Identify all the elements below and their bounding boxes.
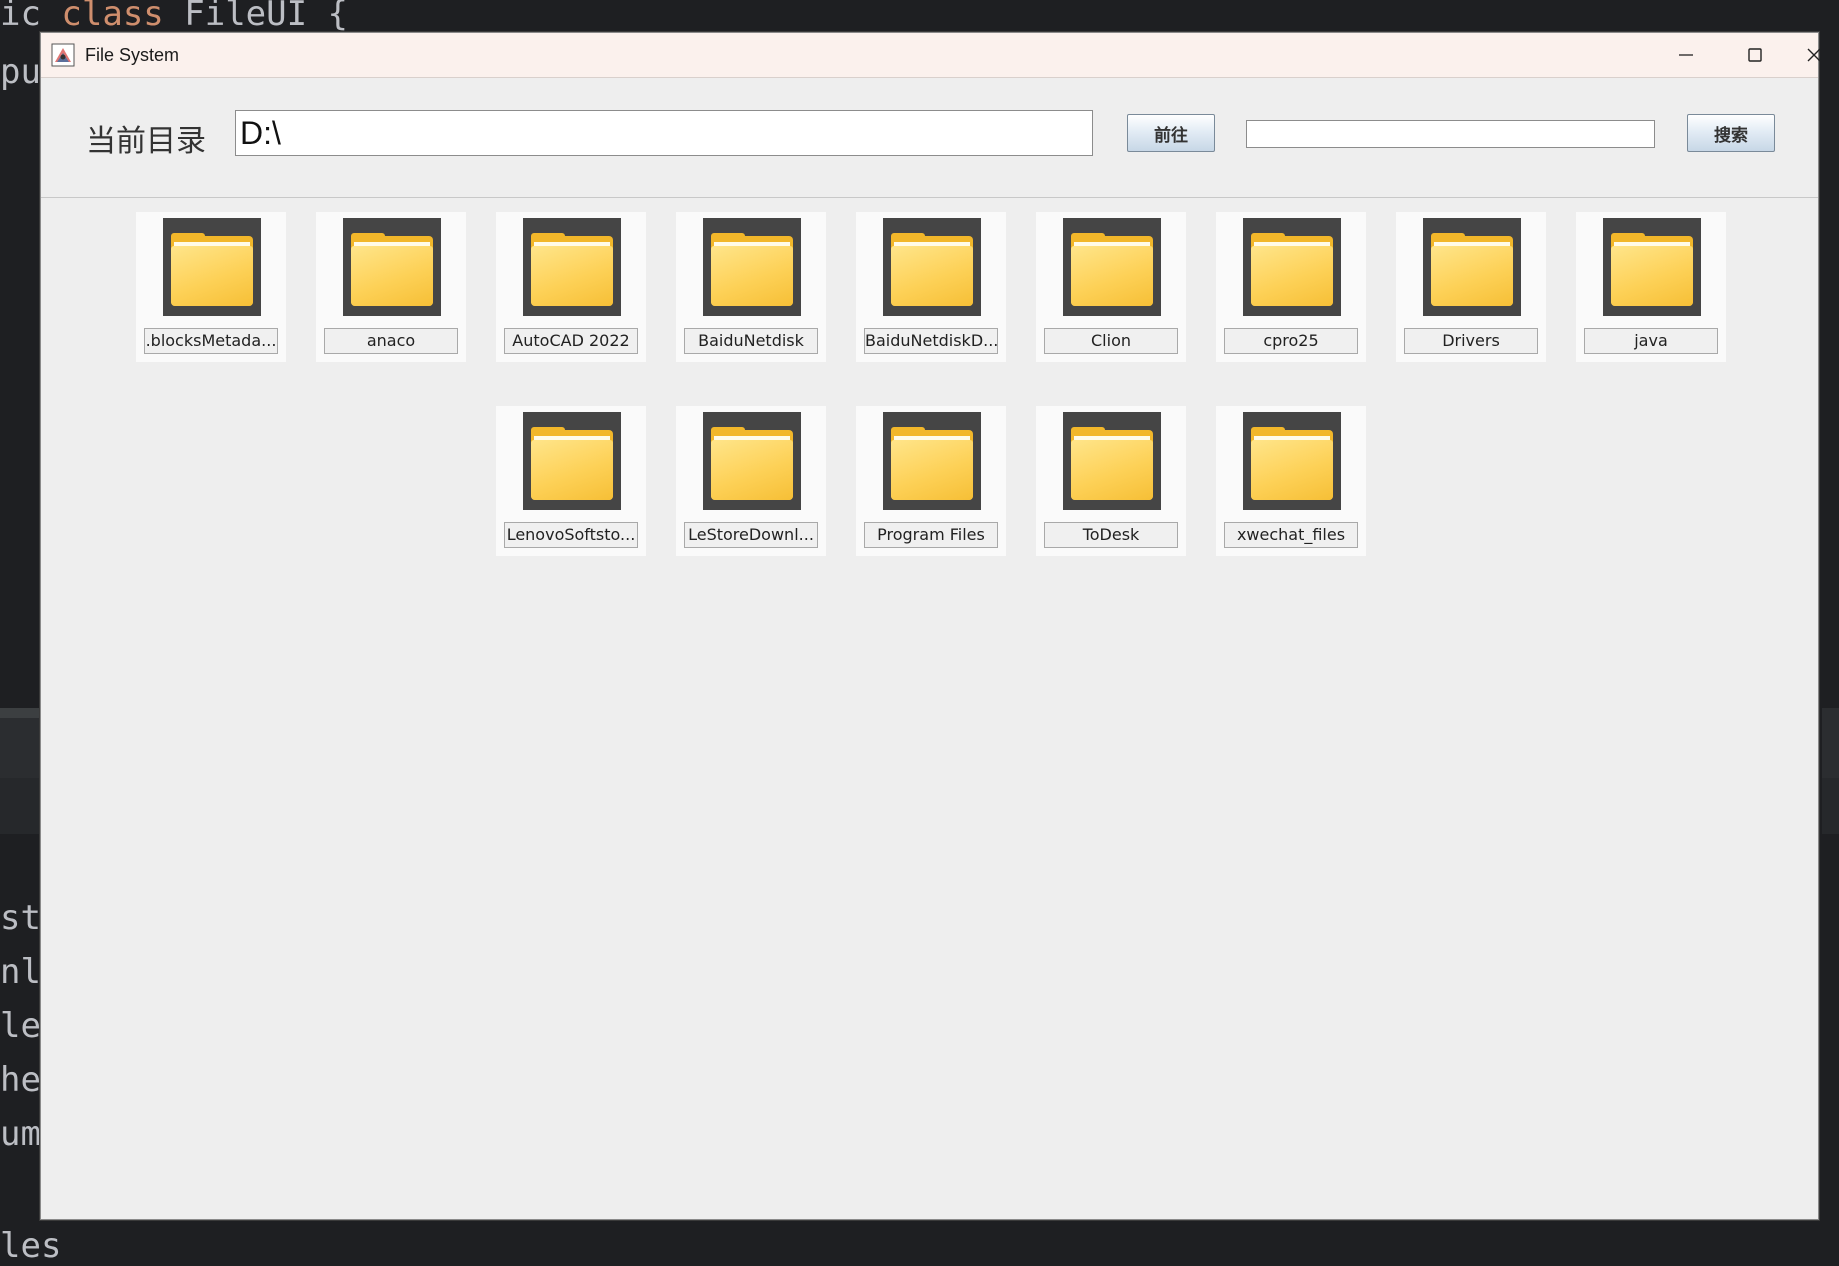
title-bar[interactable]: File System (41, 33, 1821, 78)
folder-item[interactable]: anaco (316, 212, 466, 362)
folder-item[interactable]: AutoCAD 2022 (496, 212, 646, 362)
close-button[interactable] (1789, 33, 1839, 77)
folder-item[interactable]: .blocksMetada... (136, 212, 286, 362)
folder-item[interactable]: Drivers (1396, 212, 1546, 362)
maximize-button[interactable] (1720, 33, 1790, 77)
file-system-window: File System 当前目录 D:\ 前往 搜索 .blocksMetada… (40, 32, 1821, 1220)
folder-icon (883, 218, 981, 316)
folder-icon (343, 218, 441, 316)
folder-icon (1603, 218, 1701, 316)
background-code-line: um (0, 1114, 41, 1154)
folder-name: .blocksMetada... (144, 328, 278, 354)
folder-item[interactable]: LeStoreDownl... (676, 406, 826, 556)
folder-item[interactable]: BaiduNetdiskD... (856, 212, 1006, 362)
folder-name: xwechat_files (1224, 522, 1358, 548)
folder-item[interactable]: BaiduNetdisk (676, 212, 826, 362)
minimize-icon (1679, 54, 1693, 56)
search-input[interactable] (1246, 120, 1655, 148)
java-app-icon (51, 43, 75, 67)
folder-item[interactable]: xwechat_files (1216, 406, 1366, 556)
folder-icon (163, 218, 261, 316)
folder-name: BaiduNetdiskD... (864, 328, 998, 354)
folder-item[interactable]: java (1576, 212, 1726, 362)
background-code-line: ic class FileUI { (0, 0, 349, 34)
background-code-line: st (0, 898, 41, 938)
folder-name: cpro25 (1224, 328, 1358, 354)
folder-icon (1423, 218, 1521, 316)
close-icon (1807, 48, 1821, 62)
directory-input[interactable]: D:\ (235, 110, 1093, 156)
folder-item[interactable]: cpro25 (1216, 212, 1366, 362)
folder-name: java (1584, 328, 1718, 354)
folder-icon (883, 412, 981, 510)
folder-icon (1243, 412, 1341, 510)
search-button[interactable]: 搜索 (1687, 114, 1775, 152)
folder-item[interactable]: LenovoSoftsto... (496, 406, 646, 556)
folder-name: AutoCAD 2022 (504, 328, 638, 354)
folder-icon (1063, 218, 1161, 316)
folder-name: Program Files (864, 522, 998, 548)
background-code-line: les (0, 1226, 62, 1266)
background-code-line: le (0, 1006, 41, 1046)
folder-name: anaco (324, 328, 458, 354)
background-code-line: nl (0, 952, 41, 992)
window-title: File System (85, 44, 180, 65)
background-code-line: he (0, 1060, 41, 1100)
folder-name: Drivers (1404, 328, 1538, 354)
folder-icon (703, 218, 801, 316)
folder-item[interactable]: ToDesk (1036, 406, 1186, 556)
go-button[interactable]: 前往 (1127, 114, 1215, 152)
maximize-icon (1748, 48, 1762, 62)
current-directory-label: 当前目录 (86, 124, 206, 159)
background-panel (1822, 708, 1839, 778)
folder-name: BaiduNetdisk (684, 328, 818, 354)
folder-icon (523, 412, 621, 510)
background-panel (1822, 778, 1839, 834)
folder-icon (523, 218, 621, 316)
folder-icon (1063, 412, 1161, 510)
folder-name: Clion (1044, 328, 1178, 354)
folder-item[interactable]: Clion (1036, 212, 1186, 362)
folder-icon (1243, 218, 1341, 316)
minimize-button[interactable] (1651, 33, 1721, 77)
folder-name: ToDesk (1044, 522, 1178, 548)
background-code-line: pu (0, 52, 41, 92)
toolbar: 当前目录 D:\ 前往 搜索 (41, 78, 1818, 198)
folder-icon (703, 412, 801, 510)
folder-item[interactable]: Program Files (856, 406, 1006, 556)
folder-name: LenovoSoftsto... (504, 522, 638, 548)
folder-name: LeStoreDownl... (684, 522, 818, 548)
